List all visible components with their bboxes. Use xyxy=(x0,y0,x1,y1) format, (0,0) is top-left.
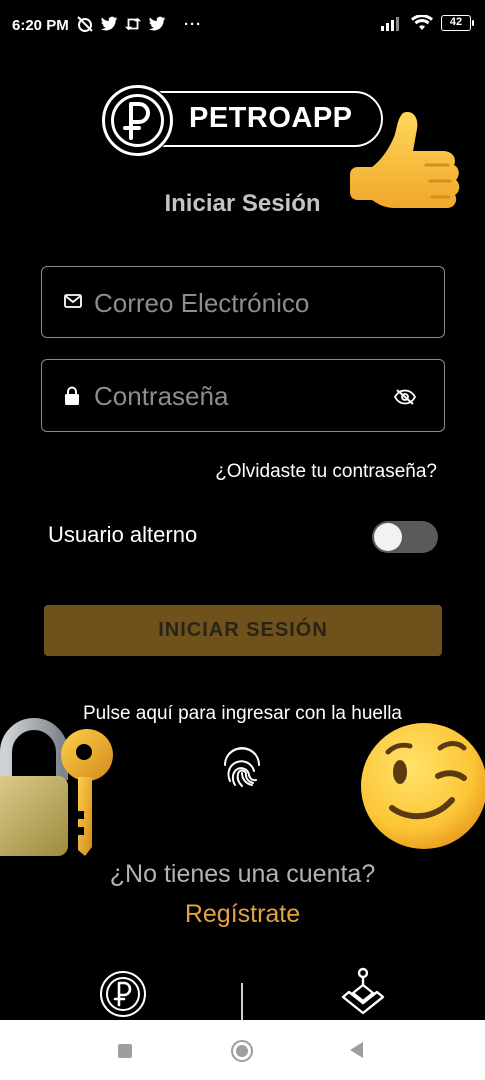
notification-icons: ··· xyxy=(76,15,202,33)
muted-alarm-icon xyxy=(77,16,93,32)
alternate-user-label: Usuario alterno xyxy=(48,522,198,547)
battery-icon: 42 xyxy=(441,15,474,31)
footer-divider xyxy=(241,983,243,1023)
navigation-bar xyxy=(0,1020,485,1080)
twitter-icon xyxy=(100,16,118,31)
signal-icon xyxy=(381,17,399,31)
back-icon[interactable] xyxy=(350,1042,363,1058)
system-icons: 42 xyxy=(381,15,474,31)
retweet-icon xyxy=(124,17,142,31)
logo-text: PETROAPP xyxy=(189,102,353,134)
twitter-icon xyxy=(148,16,166,31)
password-input[interactable] xyxy=(94,374,394,418)
lock-icon xyxy=(65,386,79,405)
logo-circle xyxy=(101,84,174,157)
alternate-user-toggle[interactable] xyxy=(372,521,438,553)
wink-emoji xyxy=(361,723,485,849)
email-field[interactable] xyxy=(41,266,445,338)
register-link[interactable]: Regístrate xyxy=(0,900,485,929)
thumbs-up-emoji xyxy=(350,112,460,208)
page-title: Iniciar Sesión xyxy=(164,190,321,217)
more-notifications: ··· xyxy=(184,15,202,33)
mail-icon xyxy=(64,294,82,308)
status-time: 6:20 PM xyxy=(12,17,69,34)
email-input[interactable] xyxy=(94,281,394,325)
petroapp-logo: PETROAPP xyxy=(101,84,383,157)
login-button[interactable]: INICIAR SESIÓN xyxy=(44,605,442,656)
partner-logo-icon xyxy=(341,967,385,1015)
forgot-password-link[interactable]: ¿Olvidaste tu contraseña? xyxy=(215,461,437,483)
petro-coin-icon xyxy=(100,971,146,1017)
petro-coin-icon xyxy=(102,85,173,156)
key-emoji xyxy=(61,729,113,856)
fingerprint-icon[interactable] xyxy=(221,745,263,789)
status-bar: 6:20 PM ··· 42 xyxy=(0,0,485,52)
toggle-knob xyxy=(374,523,402,551)
recents-icon[interactable] xyxy=(118,1044,132,1058)
password-field[interactable] xyxy=(41,359,445,432)
wifi-icon xyxy=(411,15,433,30)
home-icon[interactable] xyxy=(231,1040,253,1062)
no-account-text: ¿No tienes una cuenta? xyxy=(109,860,376,888)
visibility-off-icon[interactable] xyxy=(394,389,416,405)
